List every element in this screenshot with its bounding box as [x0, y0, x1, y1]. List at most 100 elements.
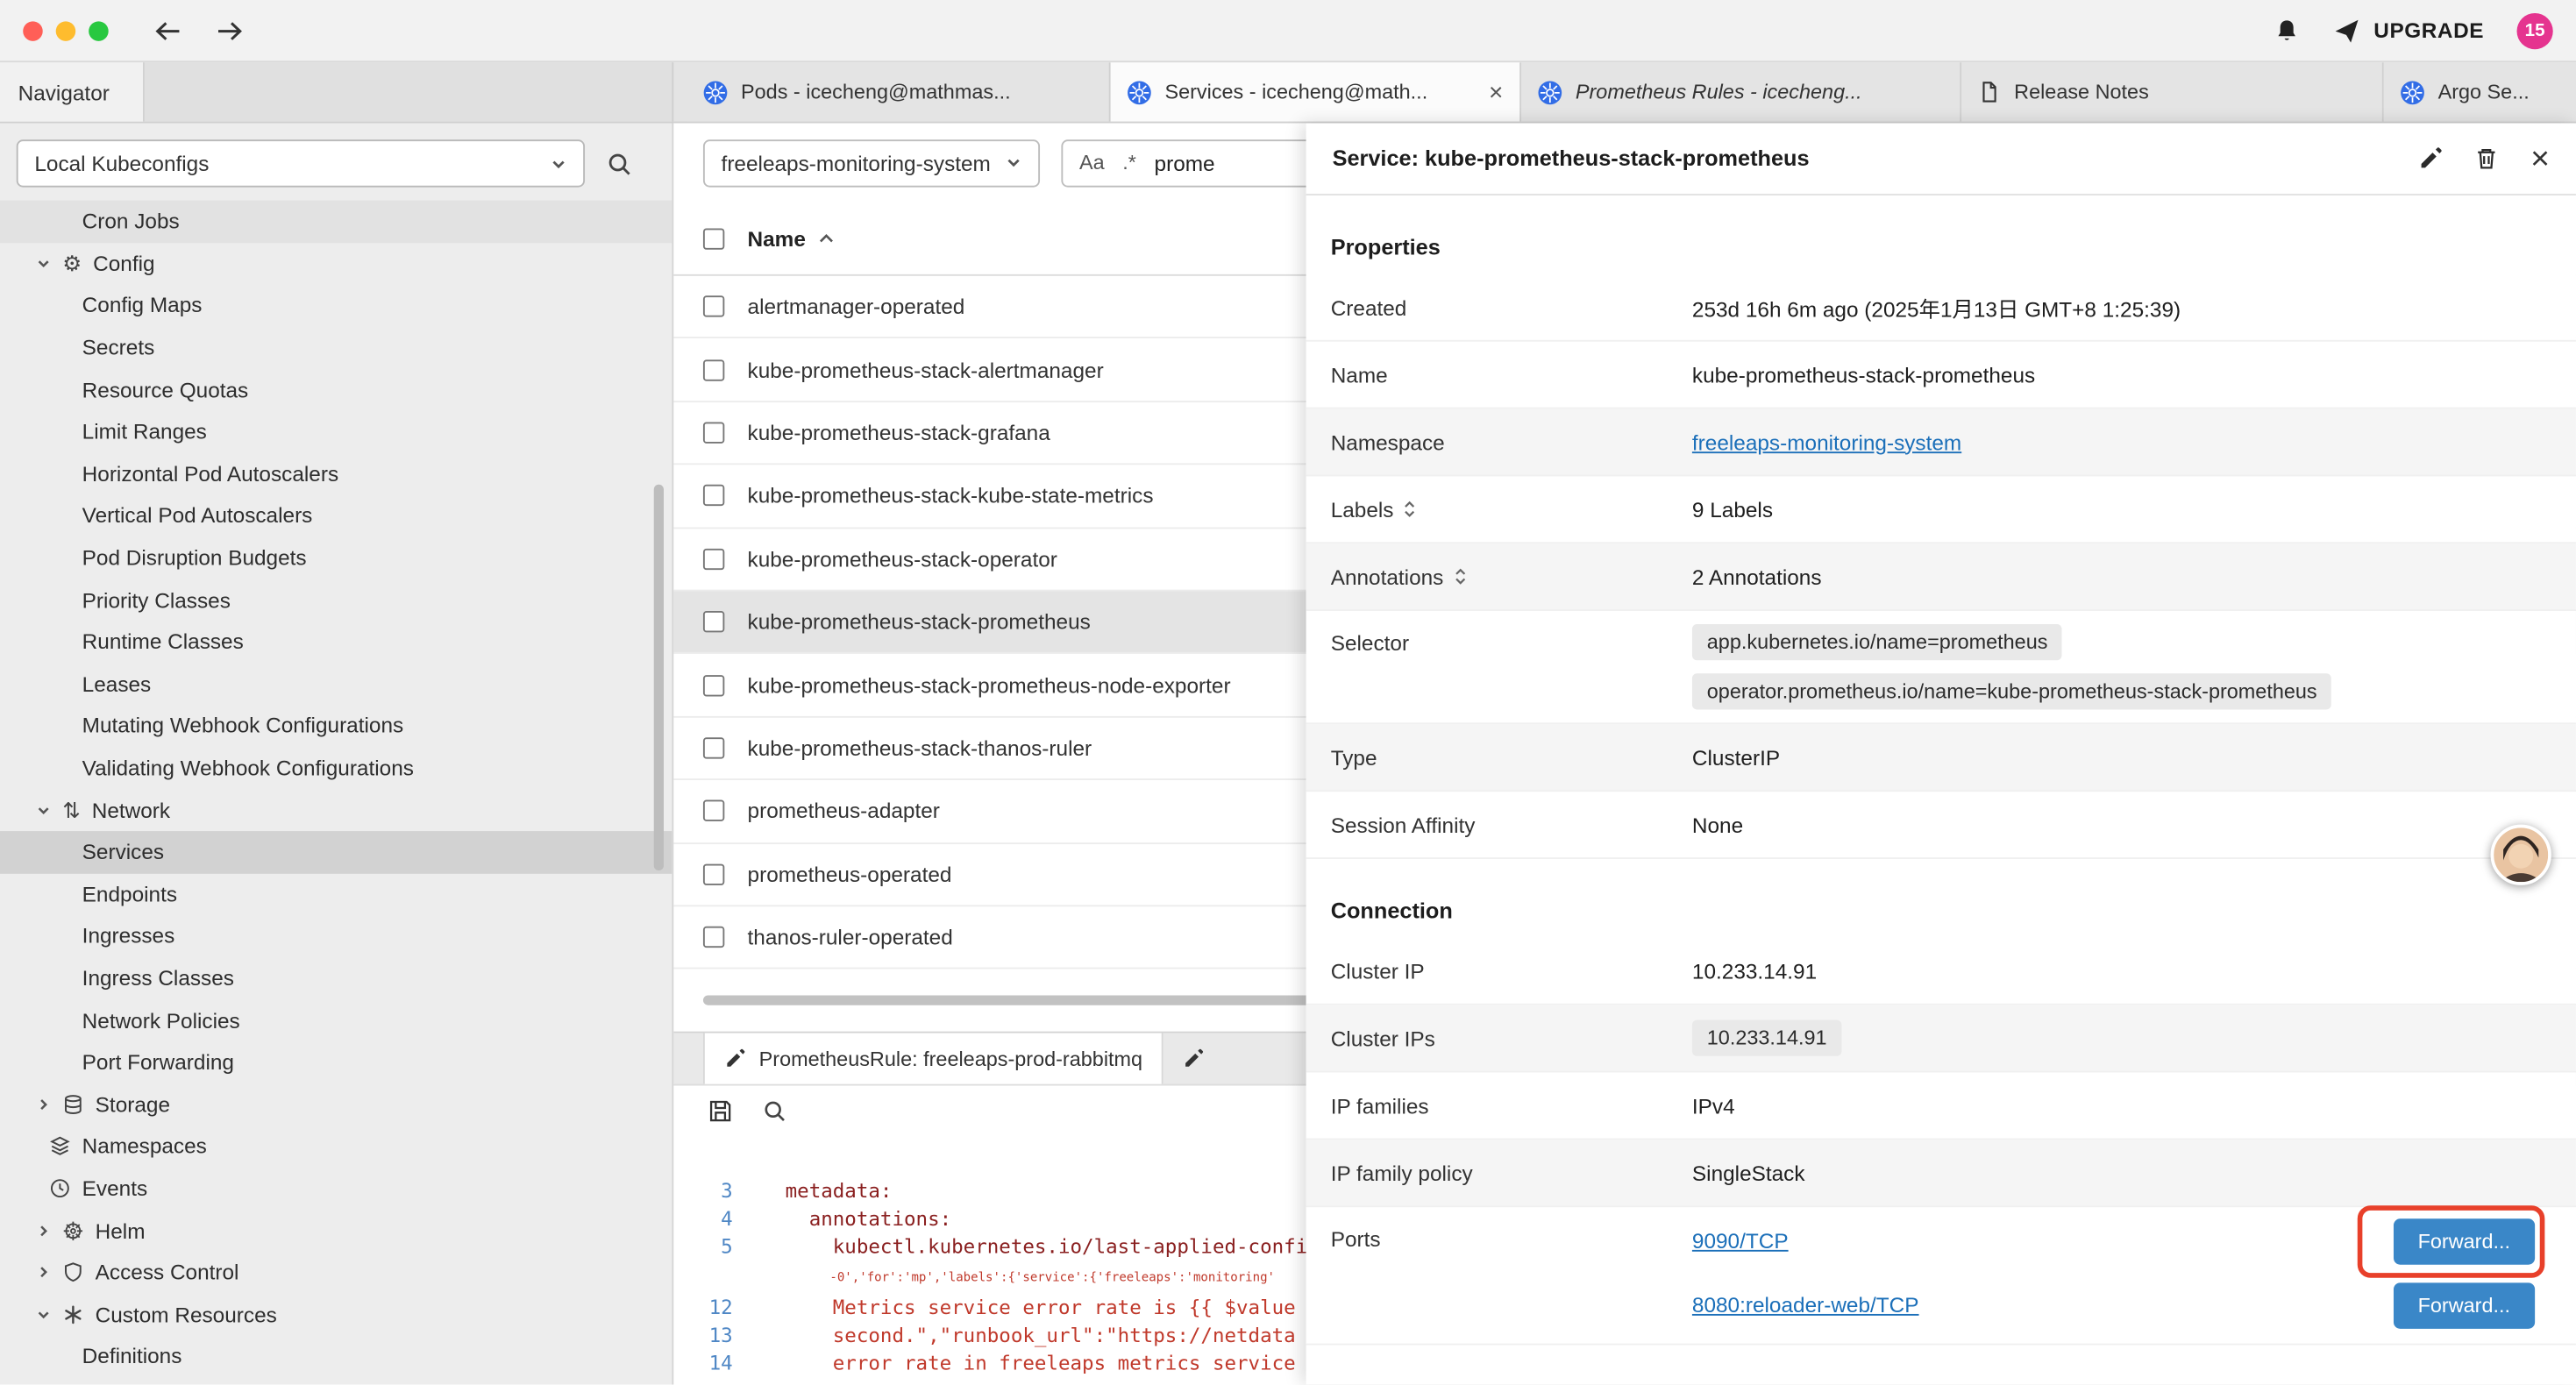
kubeconfig-select[interactable]: Local Kubeconfigs: [17, 139, 585, 187]
zoom-window-button[interactable]: [89, 20, 108, 39]
back-button[interactable]: [154, 19, 182, 42]
sidebar-tree: Cron Jobs ⚙Config Config Maps SecretsResour…: [0, 201, 672, 1378]
port-row: 9090/TCP Forward...: [1692, 1216, 2550, 1267]
tab-argo-se[interactable]: Argo Se...: [2384, 62, 2576, 121]
sidebar-item-pod-disruption-budgets[interactable]: Pod Disruption Budgets: [0, 536, 672, 579]
forward-button[interactable]: [215, 19, 243, 42]
sidebar-item-config[interactable]: ⚙Config: [0, 243, 672, 285]
match-case-toggle[interactable]: Aa: [1079, 151, 1105, 174]
close-drawer-button[interactable]: ×: [2530, 142, 2550, 174]
search-input[interactable]: prome: [1155, 150, 1215, 174]
row-checkbox[interactable]: [703, 485, 724, 506]
tab-services-icecheng-math[interactable]: Services - icecheng@math...×: [1111, 62, 1521, 121]
sidebar-item-ingress-classes[interactable]: Ingress Classes: [0, 957, 672, 999]
sidebar-item-endpoints[interactable]: Endpoints: [0, 873, 672, 915]
sidebar-item-label: Validating Webhook Configurations: [82, 756, 414, 780]
delete-button[interactable]: [2474, 146, 2499, 171]
sidebar-item-resource-quotas[interactable]: Resource Quotas: [0, 368, 672, 410]
tab-pods-icecheng-mathmas[interactable]: Pods - icecheng@mathmas...: [687, 62, 1110, 121]
line-number: 12: [673, 1295, 756, 1323]
port-link[interactable]: 9090/TCP: [1692, 1229, 1789, 1254]
upgrade-button[interactable]: UPGRADE: [2332, 17, 2484, 45]
sidebar-item-vertical-pod-autoscalers[interactable]: Vertical Pod Autoscalers: [0, 494, 672, 536]
sidebar-item-definitions[interactable]: Definitions: [0, 1335, 672, 1377]
tab-release-notes[interactable]: Release Notes: [1961, 62, 2384, 121]
port-link[interactable]: 8080:reloader-web/TCP: [1692, 1293, 1919, 1318]
namespace-link[interactable]: freeleaps-monitoring-system: [1692, 430, 1961, 454]
sidebar-item-port-forwarding[interactable]: Port Forwarding: [0, 1041, 672, 1083]
drawer-row-value: kube-prometheus-stack-prometheus: [1692, 362, 2550, 387]
sidebar-item-secrets[interactable]: Secrets: [0, 326, 672, 368]
sidebar-item-network-policies[interactable]: Network Policies: [0, 999, 672, 1041]
sidebar-item-network[interactable]: ⇅Network: [0, 789, 672, 831]
sidebar-item-validating-webhook-configura[interactable]: Validating Webhook Configurations: [0, 747, 672, 789]
dock-tab-prometheusrule[interactable]: PrometheusRule: freeleaps-prod-rabbitmq: [703, 1033, 1163, 1084]
minimize-window-button[interactable]: [56, 20, 75, 39]
sidebar-item-events[interactable]: Events: [0, 1168, 672, 1210]
table-search[interactable]: Aa .* prome: [1061, 138, 1343, 186]
close-window-button[interactable]: [23, 20, 42, 39]
user-avatar[interactable]: [2491, 825, 2551, 885]
drawer-row-name: Namekube-prometheus-stack-prometheus: [1306, 342, 2576, 409]
row-checkbox[interactable]: [703, 927, 724, 948]
row-checkbox[interactable]: [703, 611, 724, 632]
sidebar-scrollbar[interactable]: [654, 485, 664, 870]
sidebar-item-label: Storage: [96, 1092, 170, 1117]
sidebar-item-label: Limit Ranges: [82, 419, 207, 444]
row-checkbox[interactable]: [703, 422, 724, 443]
line-number: [673, 1262, 756, 1295]
sidebar-item-label: Events: [82, 1175, 147, 1200]
line-number: 14: [673, 1351, 756, 1379]
navigator-tab[interactable]: Navigator: [0, 62, 145, 121]
row-checkbox[interactable]: [703, 548, 724, 569]
sidebar-item-services[interactable]: Services: [0, 831, 672, 873]
forward-button[interactable]: Forward...: [2393, 1218, 2535, 1263]
close-tab-icon[interactable]: ×: [1489, 78, 1503, 106]
sort-icon[interactable]: [1404, 500, 1417, 519]
namespace-select[interactable]: freeleaps-monitoring-system: [703, 138, 1040, 186]
sidebar-item-label: Cron Jobs: [82, 210, 180, 234]
sidebar-item-runtime-classes[interactable]: Runtime Classes: [0, 621, 672, 663]
select-all-checkbox[interactable]: [703, 228, 724, 249]
save-icon[interactable]: [708, 1098, 733, 1123]
chevron-down-icon: [551, 155, 567, 172]
sidebar-item-label: Config Maps: [82, 293, 203, 317]
sidebar-item-storage[interactable]: Storage: [0, 1083, 672, 1126]
row-checkbox[interactable]: [703, 800, 724, 821]
column-header-name[interactable]: Name: [748, 226, 806, 251]
edit-button[interactable]: [2419, 146, 2444, 171]
notifications-bell-icon[interactable]: [2274, 18, 2300, 44]
line-number: 3: [673, 1178, 756, 1206]
row-checkbox[interactable]: [703, 359, 724, 380]
upgrade-label: UPGRADE: [2373, 18, 2484, 43]
sidebar-item-ingresses[interactable]: Ingresses: [0, 915, 672, 957]
sidebar-item-helm[interactable]: Helm: [0, 1210, 672, 1252]
sidebar-item-leases[interactable]: Leases: [0, 663, 672, 705]
editor-search-icon[interactable]: [762, 1098, 786, 1123]
tab-prometheus-rules-icecheng[interactable]: Prometheus Rules - icecheng...: [1521, 62, 1961, 121]
row-checkbox[interactable]: [703, 737, 724, 758]
sidebar-item-mutating-webhook-configurati[interactable]: Mutating Webhook Configurations: [0, 705, 672, 747]
sidebar-item-cron-jobs[interactable]: Cron Jobs: [0, 201, 672, 243]
sidebar-item-config-maps[interactable]: Config Maps: [0, 285, 672, 327]
sort-ascending-icon[interactable]: [819, 231, 836, 245]
row-checkbox[interactable]: [703, 296, 724, 317]
service-name: kube-prometheus-stack-prometheus: [748, 609, 1091, 634]
regex-toggle[interactable]: .*: [1122, 151, 1136, 174]
drawer-row-created: Created253d 16h 6m ago (2025年1月13日 GMT+8…: [1306, 274, 2576, 342]
drawer-header: Service: kube-prometheus-stack-prometheu…: [1306, 124, 2576, 195]
forward-button[interactable]: Forward...: [2393, 1282, 2535, 1327]
sidebar-item-namespaces[interactable]: Namespaces: [0, 1126, 672, 1168]
row-checkbox[interactable]: [703, 863, 724, 884]
sidebar-item-priority-classes[interactable]: Priority Classes: [0, 579, 672, 621]
sidebar-item-limit-ranges[interactable]: Limit Ranges: [0, 410, 672, 452]
sort-icon[interactable]: [1454, 566, 1467, 586]
document-icon: [1978, 81, 2001, 103]
sidebar-item-access-control[interactable]: Access Control: [0, 1251, 672, 1293]
sidebar-item-horizontal-pod-autoscalers[interactable]: Horizontal Pod Autoscalers: [0, 452, 672, 494]
notification-badge[interactable]: 15: [2517, 12, 2553, 48]
sidebar-item-label: Definitions: [82, 1344, 182, 1368]
sidebar-item-custom-resources[interactable]: Custom Resources: [0, 1293, 672, 1335]
sidebar-search-icon[interactable]: [606, 150, 632, 176]
row-checkbox[interactable]: [703, 674, 724, 695]
